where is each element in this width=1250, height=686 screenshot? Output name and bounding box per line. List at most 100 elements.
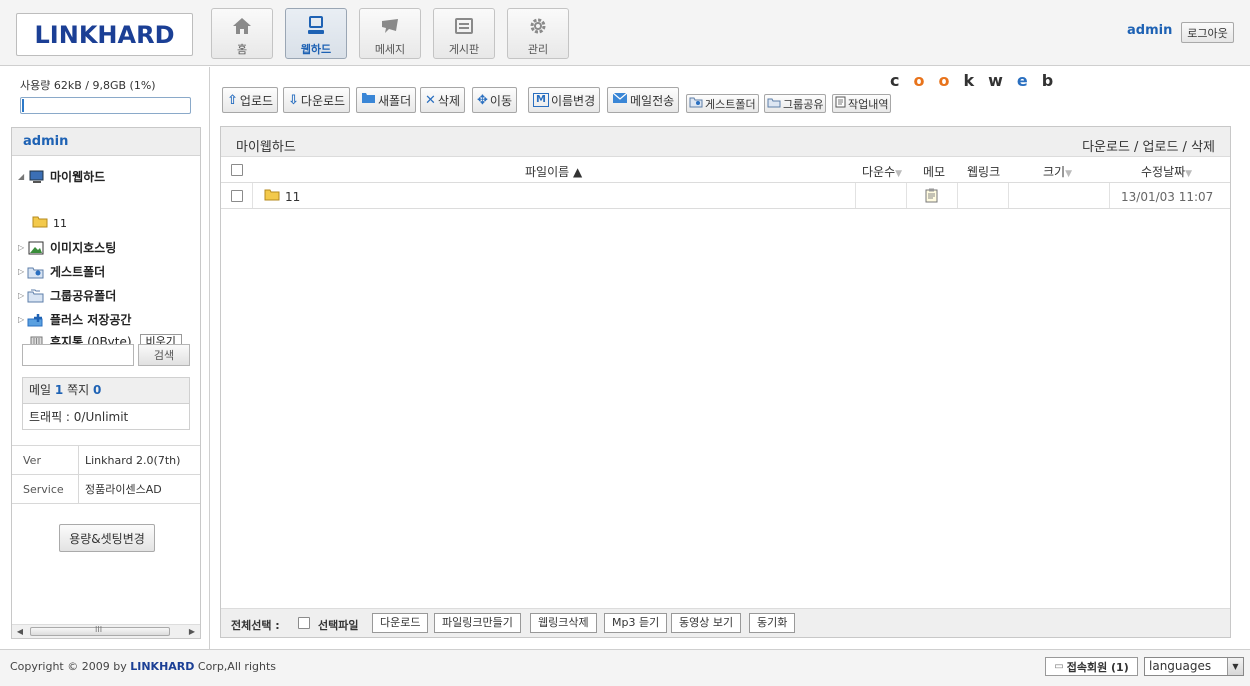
bulk-action-bar: 전체선택 : 선택파일 다운로드 파일링크만들기 웹링크삭제 Mp3 듣기 동영… — [221, 608, 1230, 637]
work-history-button[interactable]: 작업내역 — [832, 94, 892, 113]
file-panel-header: 마이웹하드 다운로드 / 업로드 / 삭제 — [221, 127, 1230, 157]
note-label: 쪽지 — [67, 383, 90, 397]
search-button[interactable]: 검색 — [138, 344, 190, 366]
select-all-bottom-checkbox[interactable] — [298, 617, 310, 629]
cookweb-letter: c — [890, 71, 914, 90]
scroll-left-icon[interactable]: ◀ — [14, 625, 26, 638]
mail-summary: 메일 1 쪽지 0 트래픽 : 0/Unlimit — [22, 377, 190, 430]
guest-folder-button[interactable]: 게스트폴더 — [686, 94, 759, 113]
col-modified[interactable]: 수정날짜▼ — [1141, 163, 1192, 180]
cookweb-letter: k — [963, 71, 989, 90]
copyright-brand[interactable]: LINKHARD — [130, 660, 194, 673]
tree-item-my-webhard[interactable]: ◢ 마이웹하드 — [18, 168, 105, 185]
expand-arrow-icon[interactable]: ▷ — [18, 243, 27, 252]
email-send-label: 메일전송 — [630, 93, 675, 108]
sync-button[interactable]: 동기화 — [749, 613, 796, 633]
tree-item-image-hosting[interactable]: ▷ 이미지호스팅 — [18, 239, 116, 256]
video-watch-button[interactable]: 동영상 보기 — [671, 613, 742, 633]
new-folder-button[interactable]: 새폴더 — [356, 87, 417, 113]
tree-item-folder-11[interactable]: 11 — [32, 215, 67, 231]
col-downloads[interactable]: 다운수▼ — [862, 163, 902, 180]
expand-arrow-icon[interactable]: ▷ — [18, 291, 27, 300]
group-folder-icon — [767, 97, 781, 111]
guest-folder-label: 게스트폴더 — [705, 97, 756, 111]
memo-icon[interactable] — [925, 188, 938, 206]
file-panel-actions[interactable]: 다운로드 / 업로드 / 삭제 — [1082, 136, 1215, 155]
nav-admin-button[interactable]: 관리 — [507, 8, 569, 59]
col-memo: 메모 — [923, 165, 946, 179]
delete-label: 삭제 — [437, 93, 460, 108]
chevron-down-icon[interactable]: ▼ — [1227, 658, 1243, 675]
user-name[interactable]: admin — [1127, 23, 1172, 38]
expand-arrow-icon[interactable]: ◢ — [18, 172, 27, 181]
usage-text: 사용량 62kB / 9,8GB (1%) — [20, 79, 156, 92]
computer-icon — [305, 15, 327, 37]
sidebar-horizontal-scrollbar[interactable]: ◀ III ▶ — [12, 624, 200, 638]
tree-item-guest-folder[interactable]: ▷ 게스트폴더 — [18, 263, 105, 280]
scroll-thumb[interactable]: III — [30, 625, 170, 636]
cookweb-logo[interactable]: cookweb — [890, 71, 1067, 90]
tree-item-label: 그룹공유폴더 — [50, 289, 117, 303]
file-modified: 13/01/03 11:07 — [1121, 190, 1214, 204]
select-all-checkbox[interactable] — [231, 164, 243, 176]
mail-row: 메일 1 쪽지 0 — [23, 378, 189, 404]
online-members-button[interactable]: ▭ 접속회원 (1) — [1045, 657, 1138, 676]
group-folder-icon — [27, 289, 45, 303]
make-file-link-button[interactable]: 파일링크만들기 — [434, 613, 521, 633]
copyright-suffix: Corp,All rights — [197, 660, 277, 673]
tree-item-label: 마이웹하드 — [50, 170, 106, 184]
upload-button[interactable]: ⇧ 업로드 — [222, 87, 279, 113]
group-share-button[interactable]: 그룹공유 — [764, 94, 827, 113]
email-send-button[interactable]: 메일전송 — [607, 87, 680, 113]
language-select[interactable]: languages ▼ — [1144, 657, 1244, 676]
panel-divider — [209, 67, 210, 649]
nav-webhard-button[interactable]: 웹하드 — [285, 8, 347, 59]
delete-weblink-button[interactable]: 웹링크삭제 — [530, 613, 597, 633]
info-value: 정품라이센스AD — [85, 483, 162, 496]
info-row-version: Ver Linkhard 2.0(7th) — [12, 446, 200, 475]
sort-arrow-icon: ▼ — [895, 169, 903, 179]
nav-message-button[interactable]: 메세지 — [359, 8, 421, 59]
tree-item-label: 플러스 저장공간 — [50, 313, 132, 327]
change-settings-button[interactable]: 용량&셋팅변경 — [59, 524, 155, 552]
table-row[interactable]: 11 13/01/03 11:07 — [221, 183, 1230, 209]
cookweb-letter: b — [1041, 71, 1068, 90]
note-count[interactable]: 0 — [93, 383, 101, 397]
logo[interactable]: LINKHARD — [16, 13, 193, 56]
work-history-label: 작업내역 — [848, 97, 889, 111]
scroll-right-icon[interactable]: ▶ — [186, 625, 198, 638]
expand-arrow-icon[interactable]: ▷ — [18, 315, 27, 324]
delete-button[interactable]: ✕ 삭제 — [420, 87, 465, 113]
version-info: Ver Linkhard 2.0(7th) Service 정품라이센스AD — [12, 445, 200, 504]
mp3-listen-button[interactable]: Mp3 듣기 — [604, 613, 668, 633]
download-label: 다운로드 — [300, 93, 346, 108]
file-name[interactable]: 11 — [285, 190, 300, 204]
tree-item-group-folder[interactable]: ▷ 그룹공유폴더 — [18, 287, 116, 304]
message-icon — [379, 15, 401, 37]
cookweb-letter: w — [988, 71, 1017, 90]
download-button[interactable]: ⇩ 다운로드 — [283, 87, 351, 113]
logout-button[interactable]: 로그아웃 — [1181, 22, 1234, 43]
board-icon — [453, 15, 475, 37]
online-members-label: 접속회원 (1) — [1066, 660, 1129, 674]
col-weblink: 웹링크 — [967, 165, 1001, 179]
nav-admin-label: 관리 — [527, 43, 549, 56]
image-icon — [27, 241, 45, 255]
search-input[interactable] — [22, 344, 134, 366]
mail-count[interactable]: 1 — [55, 383, 63, 397]
selected-files-label: 선택파일 — [318, 619, 359, 632]
col-size[interactable]: 크기▼ — [1043, 163, 1072, 180]
language-value: languages — [1149, 659, 1212, 673]
info-row-service: Service 정품라이센스AD — [12, 475, 200, 504]
col-filename[interactable]: 파일이름 ▲ — [525, 163, 582, 180]
nav-home-button[interactable]: 홈 — [211, 8, 273, 59]
bulk-download-button[interactable]: 다운로드 — [372, 613, 429, 633]
nav-board-button[interactable]: 게시판 — [433, 8, 495, 59]
move-button[interactable]: ✥ 이동 — [472, 87, 517, 113]
rename-button[interactable]: M 이름변경 — [528, 87, 601, 113]
logo-text: LINKHARD — [34, 20, 175, 49]
tree-item-plus-storage[interactable]: ▷ 플러스 저장공간 — [18, 311, 131, 328]
row-checkbox[interactable] — [231, 190, 243, 202]
tree-item-label: 이미지호스팅 — [50, 241, 117, 255]
expand-arrow-icon[interactable]: ▷ — [18, 267, 27, 276]
